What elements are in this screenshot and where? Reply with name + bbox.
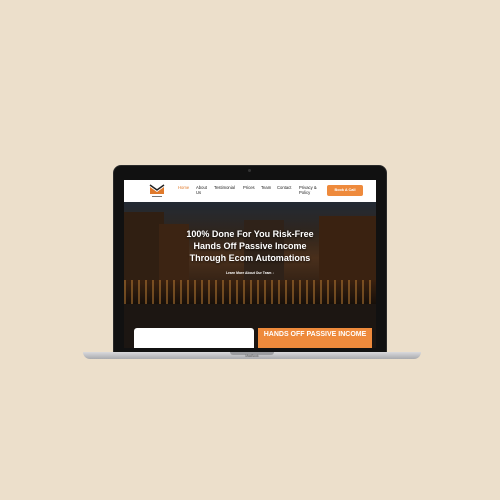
content-section: HANDS OFF PASSIVE INCOME — [124, 304, 376, 348]
nav-item-team[interactable]: Team — [261, 185, 271, 190]
content-card — [134, 328, 254, 348]
navbar: Home About Us Testimonial Prices Team Co… — [124, 180, 376, 202]
laptop-brand-label: MacBook — [245, 353, 259, 358]
brand-logo-icon[interactable] — [149, 183, 165, 199]
nav-item-privacy-policy[interactable]: Privacy & Policy — [299, 185, 319, 195]
laptop-lid: Home About Us Testimonial Prices Team Co… — [114, 166, 386, 352]
website-screen: Home About Us Testimonial Prices Team Co… — [124, 180, 376, 348]
nav-item-contact[interactable]: Contact — [277, 185, 291, 190]
nav-item-about-us[interactable]: About Us — [196, 185, 207, 195]
nav-item-home[interactable]: Home — [178, 185, 189, 190]
hero-title: 100% Done For You Risk-Free Hands Off Pa… — [124, 228, 376, 264]
nav-item-prices[interactable]: Prices — [243, 185, 255, 190]
passive-income-banner: HANDS OFF PASSIVE INCOME — [258, 328, 372, 348]
hero-title-line: 100% Done For You Risk-Free — [186, 229, 314, 239]
book-a-call-button[interactable]: Book A Call — [327, 185, 363, 196]
camera-icon — [248, 169, 251, 172]
hero-section: 100% Done For You Risk-Free Hands Off Pa… — [124, 202, 376, 304]
nav-item-testimonial[interactable]: Testimonial — [214, 185, 235, 190]
hero-title-line: Hands Off Passive Income — [193, 241, 307, 251]
laptop-base: MacBook — [83, 352, 421, 359]
hero-title-line: Through Ecom Automations — [189, 253, 311, 263]
learn-more-link[interactable]: Learn More About Our Team ↓ — [124, 271, 376, 275]
laptop-mockup: Home About Us Testimonial Prices Team Co… — [0, 0, 500, 500]
